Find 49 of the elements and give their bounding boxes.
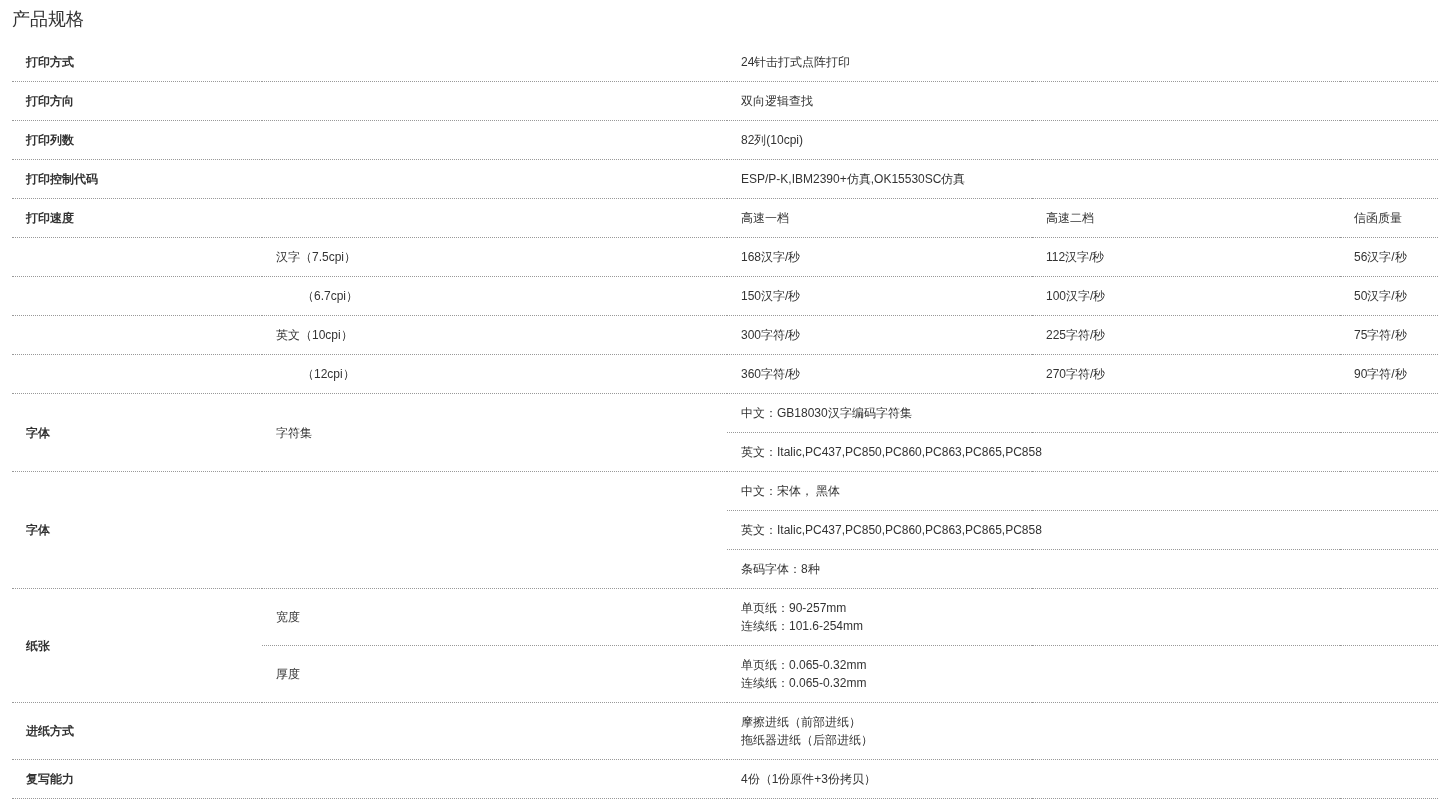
sub-label: 宽度 <box>276 609 300 626</box>
sub-label: （12cpi） <box>302 366 355 383</box>
spec-value: 75字符/秒 <box>1354 327 1407 344</box>
spec-value: 双向逻辑查找 <box>741 93 813 110</box>
spec-label: 打印控制代码 <box>26 171 98 188</box>
spec-value: 24针击打式点阵打印 <box>741 54 851 71</box>
spec-value: 条码字体：8种 <box>741 561 820 578</box>
spec-label: 复写能力 <box>26 771 74 788</box>
spec-value: 4份（1份原件+3份拷贝） <box>741 771 877 788</box>
sub-label: 英文（10cpi） <box>276 327 353 344</box>
spec-value: 拖纸器进纸（后部进纸） <box>741 732 873 749</box>
spec-value: 连续纸：0.065-0.32mm <box>741 675 867 692</box>
spec-value: 100汉字/秒 <box>1046 288 1106 305</box>
spec-value: 中文：宋体， 黑体 <box>741 483 841 500</box>
section-title: 产品规格 <box>11 8 85 31</box>
spec-value: 单页纸：0.065-0.32mm <box>741 657 867 674</box>
spec-label: 打印列数 <box>26 132 74 149</box>
column-header: 高速二档 <box>1046 210 1094 227</box>
spec-label: 纸张 <box>26 637 50 655</box>
spec-value: 单页纸：90-257mm <box>741 600 847 617</box>
spec-label: 字体 <box>26 424 50 442</box>
column-header: 高速一档 <box>741 210 789 227</box>
spec-value: ESP/P-K,IBM2390+仿真,OK15530SC仿真 <box>741 171 966 188</box>
sub-label: （6.7cpi） <box>302 288 359 305</box>
spec-value: 360字符/秒 <box>741 366 801 383</box>
spec-label: 打印方向 <box>26 93 74 110</box>
spec-value: 摩擦进纸（前部进纸） <box>741 714 861 731</box>
spec-label: 打印方式 <box>26 54 74 71</box>
spec-value: 112汉字/秒 <box>1046 249 1105 266</box>
spec-value: 中文：GB18030汉字编码字符集 <box>741 405 912 422</box>
spec-label: 字体 <box>26 522 50 539</box>
spec-value: 150汉字/秒 <box>741 288 801 305</box>
spec-label: 打印速度 <box>26 210 74 227</box>
spec-value: 50汉字/秒 <box>1354 288 1407 305</box>
column-header: 信函质量 <box>1354 210 1402 227</box>
spec-value: 225字符/秒 <box>1046 327 1106 344</box>
sub-label: 厚度 <box>276 666 300 683</box>
spec-value: 300字符/秒 <box>741 327 801 344</box>
spec-value: 英文：Italic,PC437,PC850,PC860,PC863,PC865,PC858 <box>741 444 1042 461</box>
spec-value: 168汉字/秒 <box>741 249 801 266</box>
spec-value: 连续纸：101.6-254mm <box>741 618 864 635</box>
spec-label: 进纸方式 <box>26 723 74 740</box>
spec-value: 56汉字/秒 <box>1354 249 1407 266</box>
sub-label: 字符集 <box>276 424 312 442</box>
sub-label: 汉字（7.5cpi） <box>276 249 357 266</box>
spec-value: 82列(10cpi) <box>741 132 804 149</box>
spec-value: 英文：Italic,PC437,PC850,PC860,PC863,PC865,PC858 <box>741 522 1042 539</box>
spec-value: 270字符/秒 <box>1046 366 1106 383</box>
spec-value: 90字符/秒 <box>1354 366 1407 383</box>
